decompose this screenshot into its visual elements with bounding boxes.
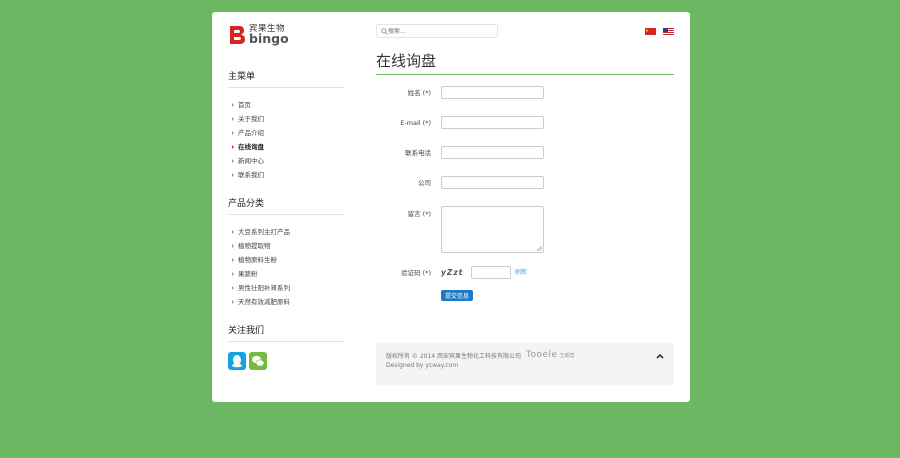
main-menu-item[interactable]: 新闻中心 <box>228 154 344 168</box>
category-item-label: 男性壮阳补肾系列 <box>238 284 290 292</box>
main-menu-item-label: 联系我们 <box>238 171 264 179</box>
main-menu-item[interactable]: 联系我们 <box>228 168 344 182</box>
main-menu-item[interactable]: 关于我们 <box>228 112 344 126</box>
main-menu-item-label: 在线询盘 <box>238 143 264 151</box>
logo-icon <box>228 24 246 46</box>
bullet-icon <box>232 173 234 177</box>
cn-flag-icon[interactable] <box>645 27 656 35</box>
page-card: 宾果生物 bingo 主菜单 首页 关于我们 产品介绍 在线询盘 新闻中心 联系我们 产品… <box>212 12 690 402</box>
category-item[interactable]: 天然有效减肥原料 <box>228 295 344 309</box>
resize-handle-icon[interactable] <box>537 246 542 251</box>
category-item-label: 天然有效减肥原料 <box>238 298 290 306</box>
search-icon <box>381 27 388 35</box>
tooele-sub-text: 王朝营 <box>559 352 575 359</box>
bullet-icon <box>232 286 234 290</box>
search-input[interactable] <box>388 27 488 35</box>
bullet-icon <box>232 272 234 276</box>
main-menu-title: 主菜单 <box>228 69 344 88</box>
logo[interactable]: 宾果生物 bingo <box>228 22 344 48</box>
bullet-icon <box>232 103 234 107</box>
bullet-icon <box>232 230 234 234</box>
tooele-logo[interactable]: Tooele <box>526 350 558 360</box>
main-menu-item[interactable]: 在线询盘 <box>228 140 344 154</box>
copyright-text: 版权所有 © 2014 西安宾果生物化工科技有限公司 <box>386 352 521 360</box>
bullet-icon <box>232 145 234 149</box>
main-menu-item-label: 新闻中心 <box>238 157 264 165</box>
main-menu-item[interactable]: 产品介绍 <box>228 126 344 140</box>
follow-title: 关注我们 <box>228 323 344 342</box>
category-item-label: 植物原料生粉 <box>238 256 277 264</box>
phone-input[interactable] <box>441 146 544 159</box>
search-box[interactable] <box>376 24 498 38</box>
social-links <box>228 352 344 370</box>
category-item[interactable]: 植物提取物 <box>228 239 344 253</box>
category-title: 产品分类 <box>228 196 344 215</box>
captcha-label: 验证码 (*) <box>401 269 431 277</box>
submit-button[interactable]: 提交信息 <box>441 290 474 301</box>
category-item[interactable]: 男性壮阳补肾系列 <box>228 281 344 295</box>
category-item[interactable]: 果蔬粉 <box>228 267 344 281</box>
bullet-icon <box>232 258 234 262</box>
designed-by-text: Designed by ycway.com <box>386 361 459 369</box>
bullet-icon <box>232 159 234 163</box>
email-label: E-mail (*) <box>400 119 431 127</box>
category-item[interactable]: 植物原料生粉 <box>228 253 344 267</box>
bullet-icon <box>232 300 234 304</box>
company-label: 公司 <box>418 179 431 187</box>
message-label: 留言 (*) <box>407 210 431 218</box>
logo-en-text: bingo <box>249 31 289 46</box>
page-title: 在线询盘 <box>376 50 674 75</box>
back-to-top-icon[interactable] <box>656 353 664 361</box>
refresh-link[interactable]: 刷新 <box>515 266 527 280</box>
category-list: 大豆系列主打产品 植物提取物植物原料生粉 果蔬粉男性壮阳补肾系列 天然有效减肥原料 <box>228 225 344 309</box>
inquiry-form: 姓名 (*) E-mail (*) 联系电话 公司 留言 (*) 验证码 (*)… <box>376 86 674 301</box>
main-menu-list: 首页关于我们产品介绍在线询盘新闻中心联系我们 <box>228 98 344 182</box>
main-menu-item-label: 首页 <box>238 101 251 109</box>
message-textarea[interactable] <box>441 206 544 253</box>
us-flag-icon[interactable] <box>663 27 674 35</box>
category-item-label: 大豆系列主打产品 <box>238 228 290 236</box>
qq-icon[interactable] <box>228 352 246 370</box>
category-item-label: 植物提取物 <box>238 242 271 250</box>
main-content: 在线询盘 姓名 (*) E-mail (*) 联系电话 公司 留言 (*) <box>376 22 674 301</box>
company-input[interactable] <box>441 176 544 189</box>
wechat-icon[interactable] <box>249 352 267 370</box>
name-input[interactable] <box>441 86 544 99</box>
bullet-icon <box>232 244 234 248</box>
captcha-image[interactable]: yZzt <box>441 266 469 279</box>
bullet-icon <box>232 117 234 121</box>
footer: 版权所有 © 2014 西安宾果生物化工科技有限公司 Tooele 王朝营 De… <box>376 343 674 385</box>
bullet-icon <box>232 131 234 135</box>
name-label: 姓名 (*) <box>407 89 431 97</box>
main-menu-item-label: 产品介绍 <box>238 129 264 137</box>
category-item-label: 果蔬粉 <box>238 270 258 278</box>
captcha-input[interactable] <box>471 266 511 279</box>
main-menu-item[interactable]: 首页 <box>228 98 344 112</box>
phone-label: 联系电话 <box>405 149 431 157</box>
category-item[interactable]: 大豆系列主打产品 <box>228 225 344 239</box>
sidebar: 宾果生物 bingo 主菜单 首页关于我们产品介绍在线询盘新闻中心联系我们 产品… <box>228 22 344 370</box>
email-input[interactable] <box>441 116 544 129</box>
main-menu-item-label: 关于我们 <box>238 115 264 123</box>
